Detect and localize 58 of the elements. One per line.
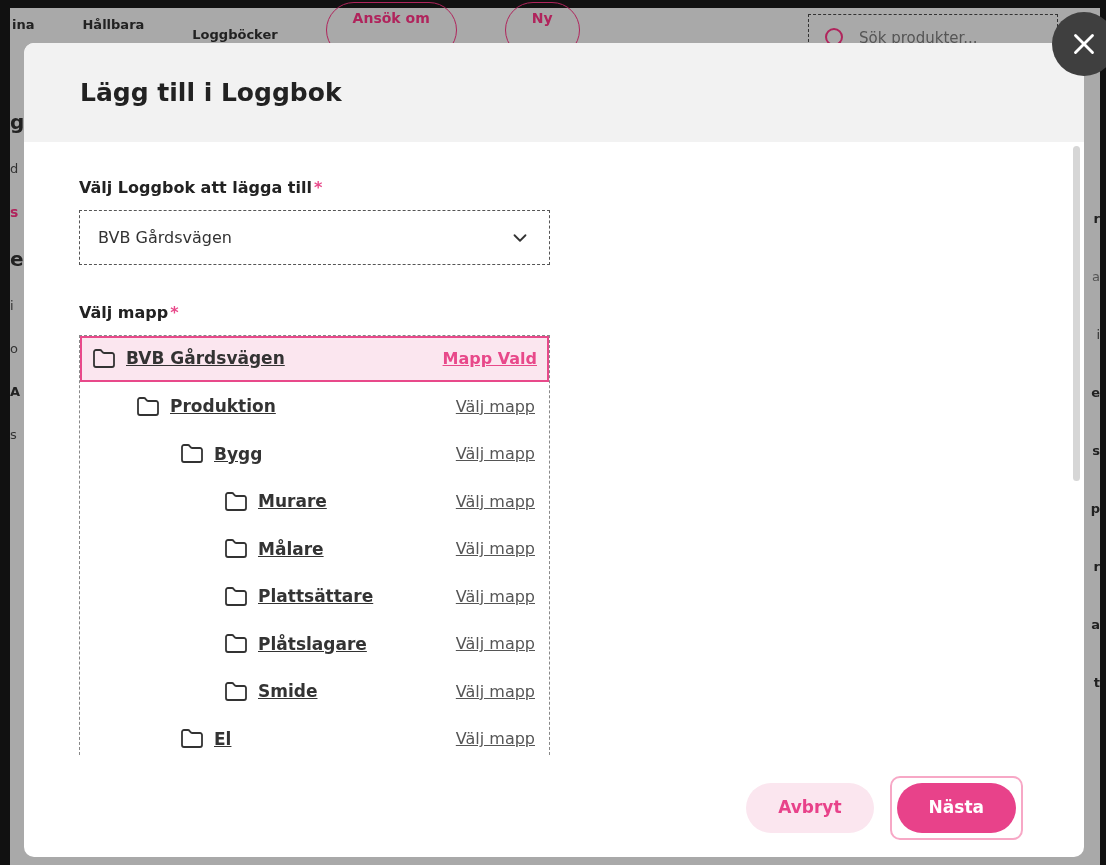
nav-link[interactable]: Loggböcker — [192, 28, 278, 41]
background-text: i — [10, 299, 15, 312]
background-text: e — [10, 249, 24, 269]
folder-action-link[interactable]: Välj mapp — [455, 489, 535, 514]
folder-action-link[interactable]: Välj mapp — [455, 537, 535, 562]
folder-row[interactable]: Smide Välj mapp — [80, 668, 549, 716]
folder-name[interactable]: BVB Gårdsvägen — [126, 346, 285, 372]
folder-name[interactable]: Plåtslagare — [258, 631, 367, 657]
field-label: Välj Loggbok att lägga till — [79, 177, 312, 199]
folder-action-link[interactable]: Välj mapp — [455, 632, 535, 657]
folder-action-link[interactable]: Välj mapp — [455, 727, 535, 752]
background-text: t — [1093, 676, 1100, 689]
folder-action-link[interactable]: Välj mapp — [455, 442, 535, 467]
nav-link[interactable]: ina — [12, 18, 35, 31]
background-text: A — [10, 385, 22, 398]
background-text: o — [10, 342, 19, 355]
background-text: g — [10, 112, 24, 132]
folder-row[interactable]: Produktion Välj mapp — [80, 383, 549, 431]
folder-row[interactable]: Murare Välj mapp — [80, 478, 549, 526]
required-asterisk: * — [313, 177, 323, 199]
background-text: s — [10, 205, 20, 219]
folder-action-link[interactable]: Välj mapp — [455, 584, 535, 609]
folder-row[interactable]: El Välj mapp — [80, 715, 549, 755]
required-asterisk: * — [170, 302, 179, 324]
field-label: Välj mapp — [79, 302, 169, 324]
background-text: r — [1093, 212, 1100, 225]
folder-name[interactable]: Målare — [258, 536, 324, 562]
folder-icon — [224, 489, 248, 514]
folder-name[interactable]: El — [214, 726, 232, 752]
nav-link[interactable]: Hållbara — [82, 18, 145, 31]
folder-name[interactable]: Plattsättare — [258, 584, 374, 610]
background-text: d — [10, 162, 20, 175]
folder-row[interactable]: Bygg Välj mapp — [80, 430, 549, 478]
folder-row[interactable]: Målare Välj mapp — [80, 525, 549, 573]
background-text: p — [1090, 502, 1100, 515]
background-text: i — [1096, 328, 1100, 341]
folder-name[interactable]: Bygg — [214, 441, 263, 467]
background-text: s — [1092, 444, 1100, 457]
folder-icon — [224, 584, 248, 609]
background-text: e — [1091, 386, 1100, 399]
folder-icon — [224, 679, 248, 704]
background-text: a — [1092, 270, 1100, 283]
folder-name[interactable]: Smide — [258, 679, 318, 705]
background-text: s — [10, 428, 18, 441]
modal-title: Lägg till i Loggbok — [80, 76, 342, 109]
folder-name[interactable]: Produktion — [170, 394, 276, 420]
selected-folder-row[interactable]: BVB Gårdsvägen Mapp Vald — [80, 336, 549, 382]
folder-action-link[interactable]: Välj mapp — [455, 394, 535, 419]
folder-row[interactable]: Plåtslagare Välj mapp — [80, 620, 549, 668]
folder-row[interactable]: Plattsättare Välj mapp — [80, 573, 549, 621]
folder-icon — [136, 394, 160, 419]
background-text: a — [1091, 618, 1100, 631]
background-text: r — [1093, 560, 1100, 573]
folder-icon — [92, 347, 116, 371]
folder-action-link[interactable]: Välj mapp — [455, 679, 535, 704]
logbook-dropdown[interactable]: BVB Gårdsvägen — [79, 210, 550, 265]
folder-name[interactable]: Murare — [258, 489, 327, 515]
next-button[interactable]: Nästa — [896, 783, 1016, 833]
